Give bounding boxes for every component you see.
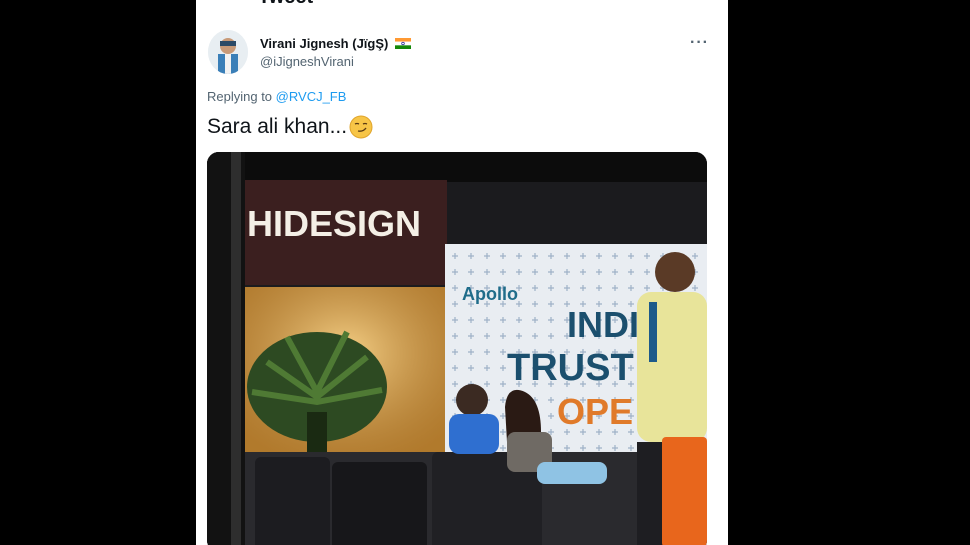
arrow-left-icon[interactable] (208, 0, 222, 2)
avatar[interactable] (208, 30, 248, 74)
author-handle[interactable]: @iJigneshVirani (260, 54, 354, 69)
author-name[interactable]: Virani Jignesh (JïgŞ) (260, 36, 412, 51)
banner-brand: Apollo (462, 284, 518, 304)
tweet-panel: Tweet Virani Jignesh (JïgŞ) @iJigneshVir… (196, 0, 728, 545)
banner-line-3: OPE (557, 391, 633, 432)
india-flag-icon (395, 38, 412, 49)
tweet-text: Sara ali khan... (207, 115, 373, 139)
banner-line-2: TRUST (507, 347, 634, 389)
page-title: Tweet (258, 0, 313, 9)
smirking-face-emoji (349, 115, 373, 139)
orange-bag (662, 437, 707, 545)
replying-prefix: Replying to (207, 89, 273, 104)
tweet-text-content: Sara ali khan... (207, 115, 348, 138)
store-sign: HIDESIGN (247, 203, 421, 244)
author-name-text: Virani Jignesh (JïgŞ) (260, 36, 389, 51)
more-options-icon[interactable]: ··· (690, 34, 710, 51)
banner-line-1: INDI (567, 304, 639, 345)
header-bar: Tweet (196, 0, 728, 8)
replying-to: Replying to @RVCJ_FB (207, 89, 346, 104)
tweet-photo[interactable]: HIDESIGN Apollo INDI TRUST OPE (207, 152, 707, 545)
replying-to-link[interactable]: @RVCJ_FB (276, 89, 347, 104)
